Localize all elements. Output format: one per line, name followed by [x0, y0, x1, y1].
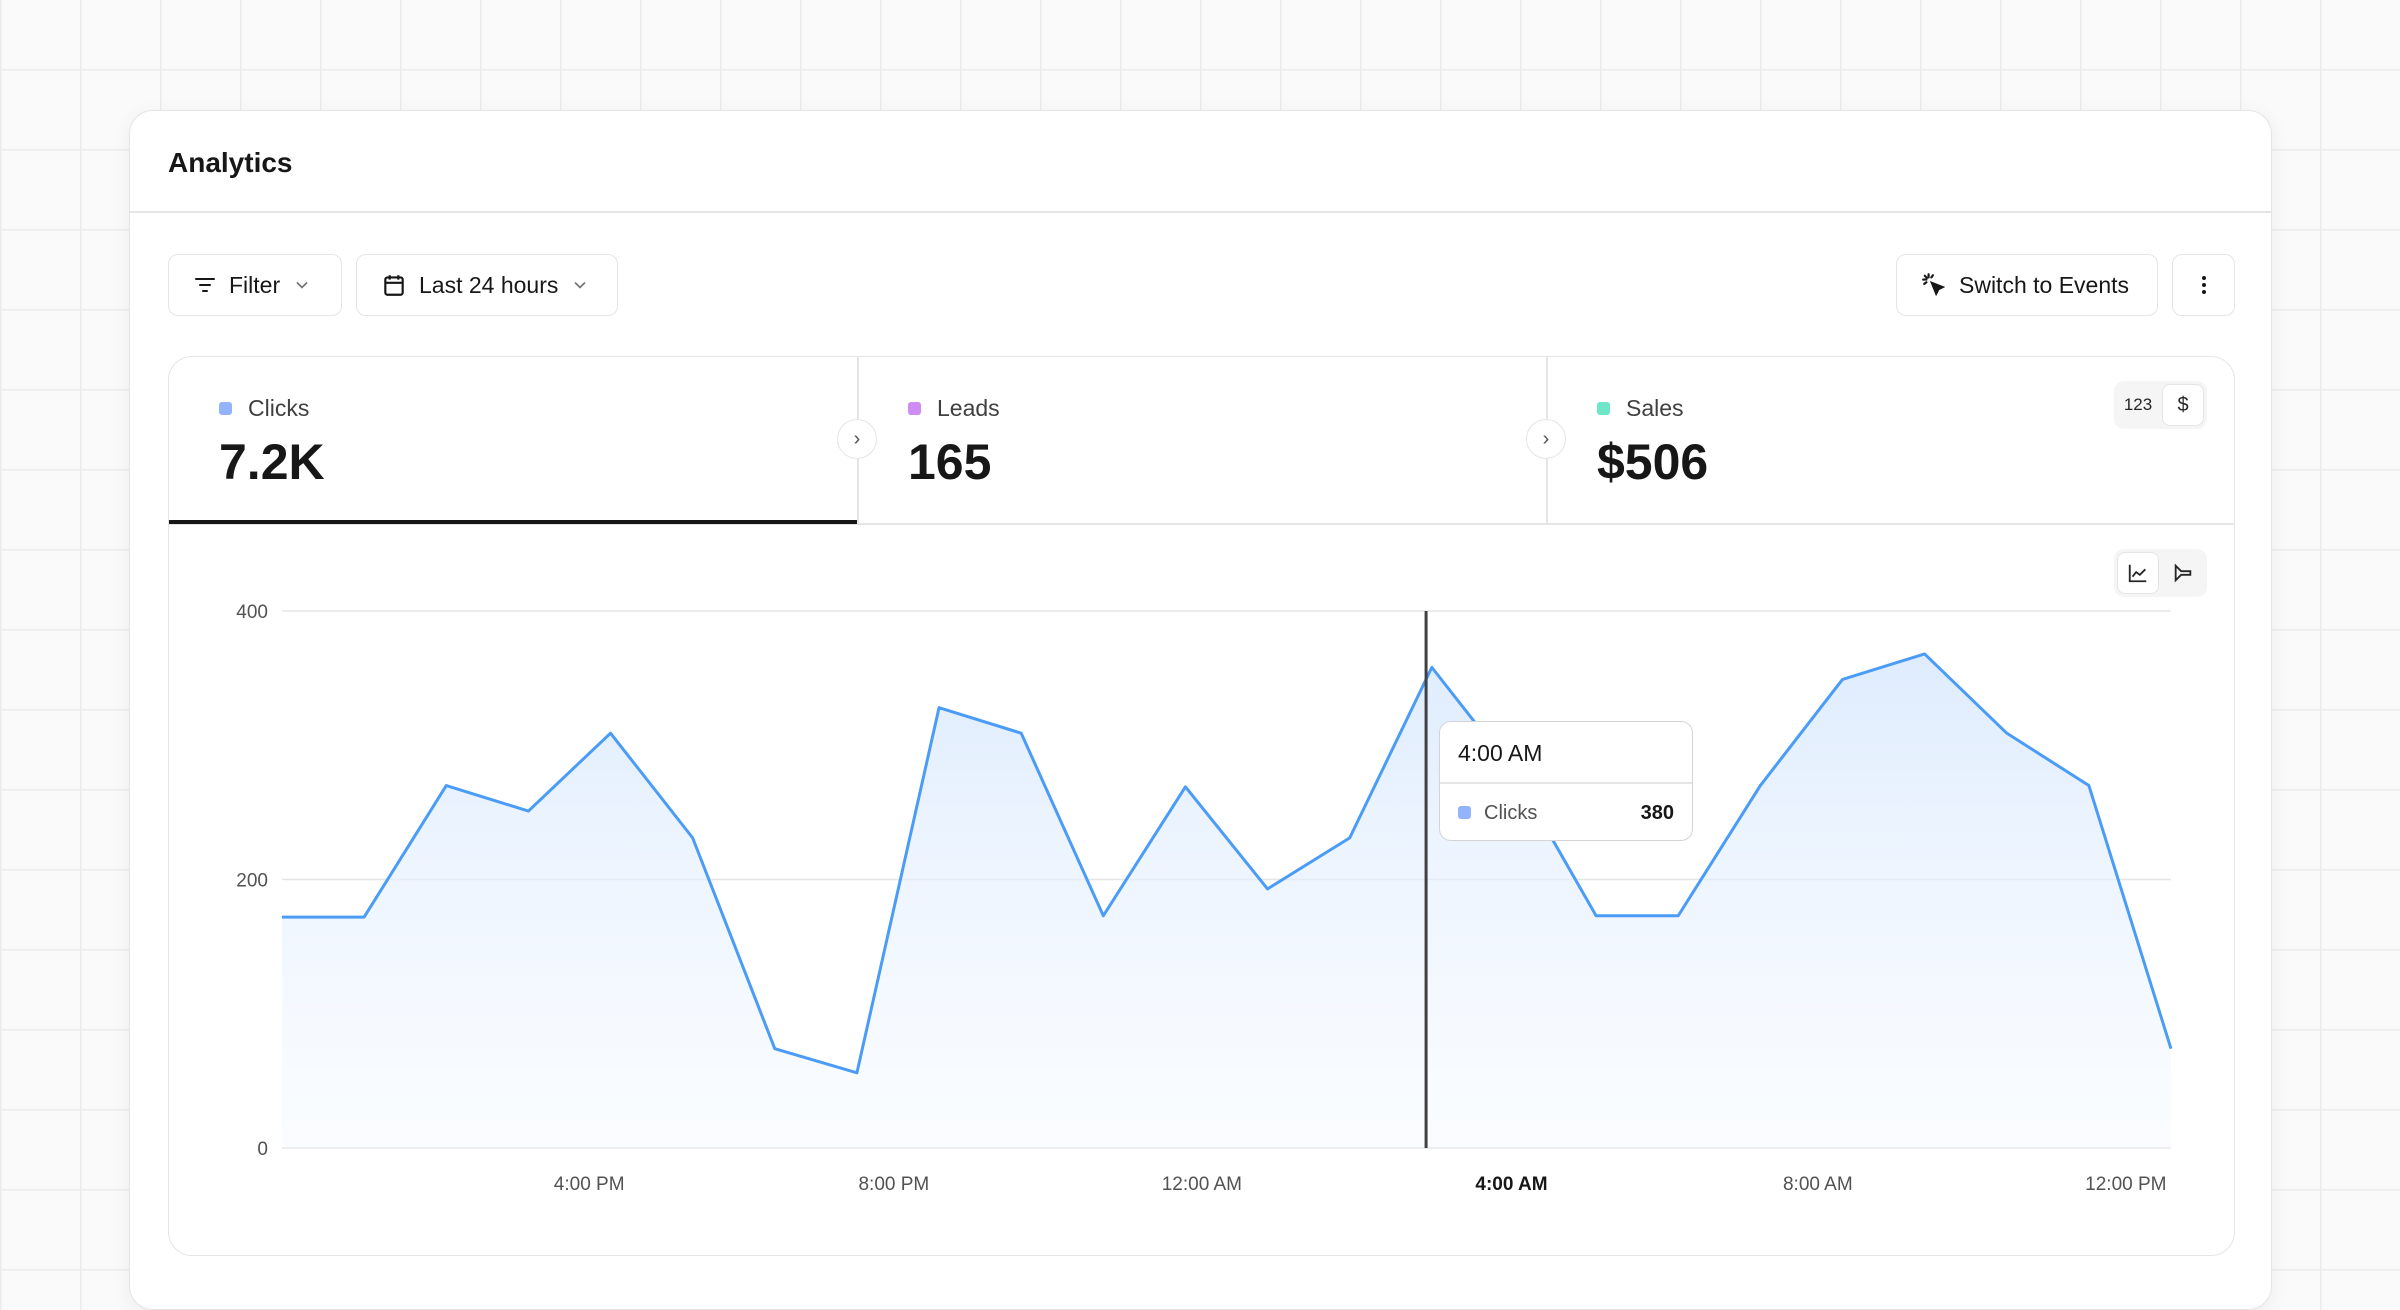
x-tick-label: 4:00 AM — [1475, 1174, 1547, 1195]
tooltip-title: 4:00 AM — [1458, 740, 1542, 767]
clicks-area-chart: 0 200 400 4:00 PM 8:00 PM 12:00 AM 4:00 AM 8:00… — [0, 0, 2400, 1260]
y-tick-label: 0 — [257, 1139, 268, 1160]
x-tick-label: 4:00 PM — [554, 1174, 625, 1195]
tooltip-value: 380 — [1641, 802, 1674, 825]
y-tick-label: 400 — [236, 602, 268, 623]
x-tick-label: 12:00 AM — [1162, 1174, 1242, 1195]
x-tick-label: 8:00 AM — [1783, 1174, 1853, 1195]
tooltip-divider — [1440, 782, 1692, 784]
tooltip-series: Clicks — [1484, 802, 1537, 825]
chart-tooltip: 4:00 AM Clicks 380 — [1439, 721, 1693, 841]
area-fill — [282, 654, 2171, 1148]
y-tick-label: 200 — [236, 871, 268, 892]
clicks-color-dot — [1458, 806, 1471, 819]
x-tick-label: 12:00 PM — [2085, 1174, 2166, 1195]
x-tick-label: 8:00 PM — [858, 1174, 929, 1195]
